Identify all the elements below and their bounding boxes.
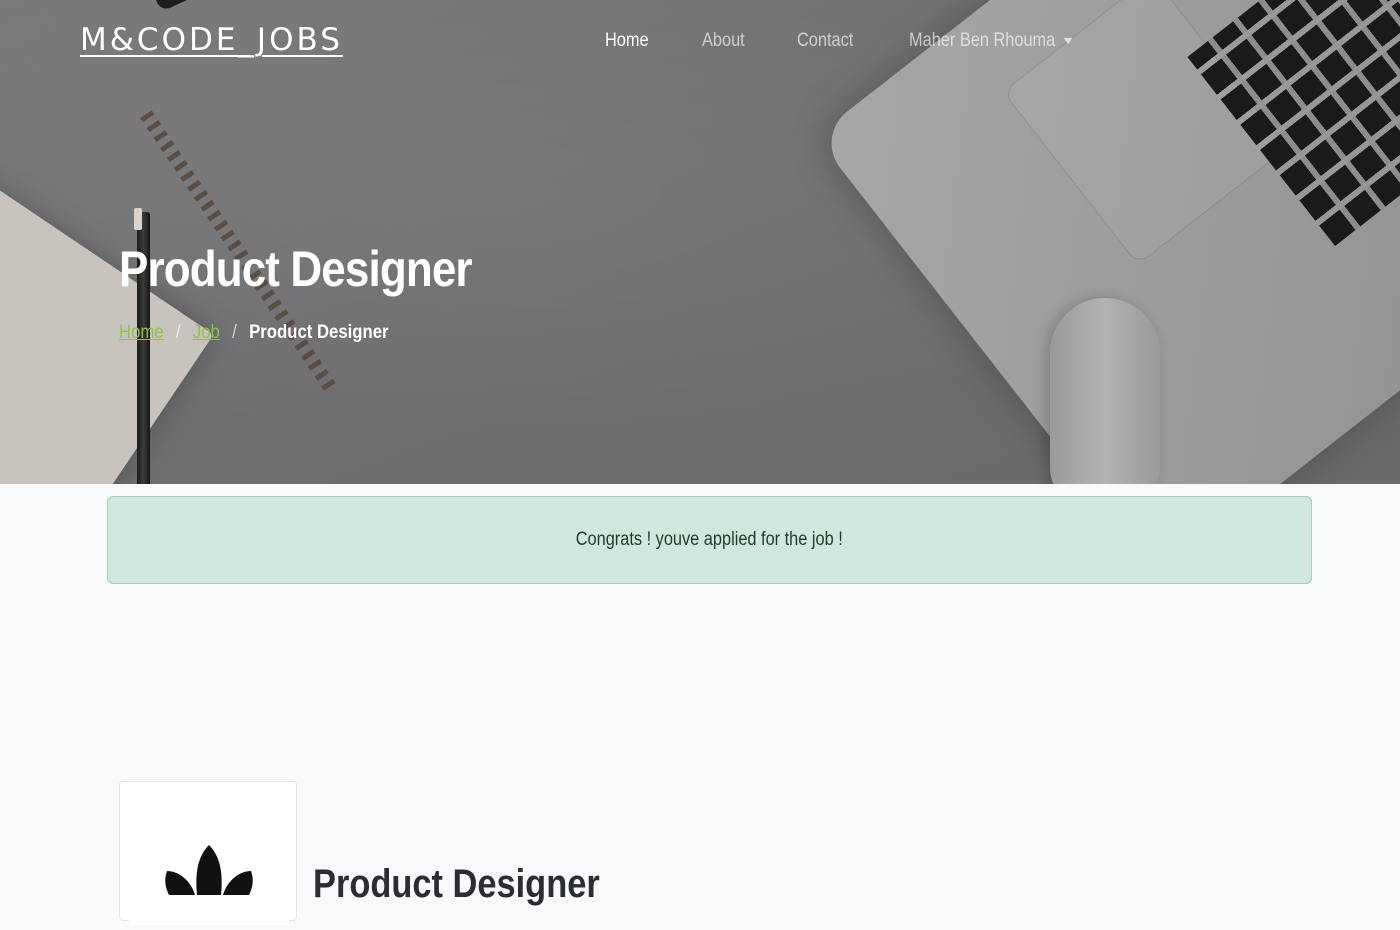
nav-item-about[interactable]: About: [702, 30, 745, 52]
breadcrumb-home-link[interactable]: Home: [119, 322, 164, 344]
company-logo: [129, 795, 289, 925]
chevron-down-icon: [1063, 38, 1073, 44]
breadcrumb-separator: /: [232, 322, 237, 343]
company-logo-box: [119, 781, 297, 925]
nav-item-home[interactable]: Home: [605, 30, 649, 52]
page-title: Product Designer: [119, 241, 473, 297]
nav-item-contact[interactable]: Contact: [797, 30, 853, 52]
alert-message: Congrats ! youve applied for the job !: [575, 529, 844, 550]
user-menu-label: Maher Ben Rhouma: [908, 30, 1056, 51]
breadcrumb-separator: /: [175, 322, 181, 343]
hero-banner: M&CODE_JOBS Home About Contact Maher Ben…: [0, 0, 1400, 484]
success-alert: Congrats ! youve applied for the job !: [107, 496, 1312, 584]
breadcrumb: Home / Job / Product Designer: [119, 322, 389, 344]
pencil-cap-image: [134, 208, 142, 230]
leaf-logo-icon: [165, 845, 253, 895]
job-title: Product Designer: [313, 862, 600, 906]
brand-logo-link[interactable]: M&CODE_JOBS: [80, 22, 343, 58]
mouse-image: [1050, 298, 1160, 484]
main-nav: Home About Contact Maher Ben Rhouma: [605, 30, 1099, 52]
breadcrumb-current: Product Designer: [249, 322, 389, 343]
user-menu-dropdown[interactable]: Maher Ben Rhouma: [908, 30, 1073, 52]
breadcrumb-job-link[interactable]: Job: [193, 322, 220, 344]
